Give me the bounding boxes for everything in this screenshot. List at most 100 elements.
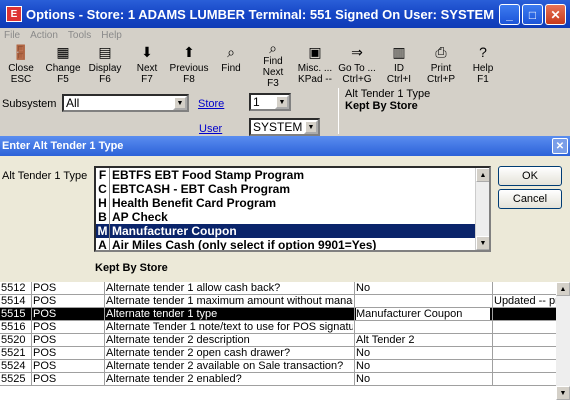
grid-scroll-up-button[interactable]: ▲ (556, 282, 570, 296)
store-value: 1 (253, 95, 260, 109)
ok-button[interactable]: OK (498, 166, 562, 186)
toolbar-shortcut: F5 (57, 74, 69, 85)
store-dropdown-button[interactable]: ▼ (275, 95, 289, 109)
list-scroll-track[interactable] (476, 182, 489, 236)
store-link[interactable]: Store (198, 98, 224, 110)
cancel-button[interactable]: Cancel (498, 189, 562, 209)
toolbar-shortcut: F8 (183, 74, 195, 85)
table-row[interactable]: 5514 POS Alternate tender 1 maximum amount… (0, 295, 556, 308)
table-row[interactable]: 5521 POS Alternate tender 2 open cash draw… (0, 347, 556, 360)
list-scrollbar[interactable]: ▲ ▼ (475, 168, 489, 250)
menu-file[interactable]: File (4, 30, 20, 41)
toolbar-button-arrow-up[interactable]: ⬆ Previous F8 (168, 43, 210, 89)
option-subsystem: POS (33, 373, 57, 385)
table-row[interactable]: 5516 POS Alternate Tender 1 note/text to u… (0, 321, 556, 334)
option-label: EBTCASH - EBT Cash Program (112, 182, 291, 196)
user-combo[interactable]: SYSTEM ▼ (249, 118, 320, 136)
column-divider (31, 360, 32, 373)
maximize-button[interactable]: □ (522, 4, 543, 25)
user-dropdown-button[interactable]: ▼ (304, 120, 318, 134)
toolbar-shortcut: F6 (99, 74, 111, 85)
toolbar-button-help[interactable]: ? Help F1 (462, 43, 504, 89)
column-divider (492, 308, 493, 321)
list-item[interactable]: F EBTFS EBT Food Stamp Program (96, 168, 489, 182)
toolbar-label: Display (88, 63, 122, 74)
table-row[interactable]: 5524 POS Alternate tender 2 available on S… (0, 360, 556, 373)
list-item[interactable]: H Health Benefit Card Program (96, 196, 489, 210)
option-value[interactable]: Alt Tender 2 (356, 334, 490, 346)
toolbar-label: Print (430, 63, 452, 74)
change-icon: ▦ (56, 43, 70, 60)
table-row[interactable]: 5525 POS Alternate tender 2 enabled? No (0, 373, 556, 386)
option-label: EBTFS EBT Food Stamp Program (112, 168, 305, 182)
grid-scroll-track[interactable] (556, 296, 570, 386)
column-divider (31, 334, 32, 347)
list-item[interactable]: B AP Check (96, 210, 489, 224)
list-item[interactable]: M Manufacturer Coupon (96, 224, 489, 238)
column-divider (492, 321, 493, 334)
tender-type-list[interactable]: F EBTFS EBT Food Stamp Program C EBTCASH - … (94, 166, 491, 252)
option-id: 5520 (1, 334, 26, 346)
toolbar-shortcut: ESC (10, 74, 32, 85)
option-value[interactable]: No (356, 360, 490, 372)
user-value: SYSTEM (253, 120, 303, 134)
table-row[interactable]: 5512 POS Alternate tender 1 allow cash bac… (0, 282, 556, 295)
toolbar-button-printer[interactable]: ⎙ Print Ctrl+P (420, 43, 462, 89)
store-combo[interactable]: 1 ▼ (249, 93, 291, 111)
toolbar-shortcut: Ctrl+P (426, 74, 456, 85)
toolbar-label: Close (8, 63, 34, 74)
column-divider (104, 308, 105, 321)
column-divider (492, 295, 493, 308)
column-divider (492, 373, 493, 386)
column-divider (354, 347, 355, 360)
alt-tender-label: Alt Tender 1 Type (2, 170, 88, 182)
toolbar-button-misc[interactable]: ▣ Misc. ... KPad -- (294, 43, 336, 89)
list-scroll-down-button[interactable]: ▼ (476, 236, 489, 250)
option-code: F (96, 168, 110, 182)
subsystem-dropdown-button[interactable]: ▼ (173, 96, 187, 110)
toolbar-button-id[interactable]: ▥ ID Ctrl+I (378, 43, 420, 89)
table-row[interactable]: 5515 POS Alternate tender 1 type Manufactur… (0, 308, 556, 321)
option-value[interactable]: No (356, 373, 490, 385)
subsystem-combo[interactable]: All ▼ (62, 94, 189, 112)
list-item[interactable]: C EBTCASH - EBT Cash Program (96, 182, 489, 196)
option-value[interactable]: No (356, 282, 490, 294)
toolbar-shortcut: F1 (477, 74, 489, 85)
dialog-title: Enter Alt Tender 1 Type (2, 140, 124, 152)
dialog-close-button[interactable]: ✕ (552, 138, 568, 154)
minimize-button[interactable]: _ (499, 4, 520, 25)
toolbar-button-find-next[interactable]: ⌕ Find Next F3 (252, 40, 294, 89)
option-value[interactable]: No (356, 347, 490, 359)
toolbar-button-display[interactable]: ▤ Display F6 (84, 43, 126, 89)
menu-tools[interactable]: Tools (68, 30, 91, 41)
menu-help[interactable]: Help (101, 30, 122, 41)
grid-scrollbar[interactable]: ▲ ▼ (556, 282, 570, 400)
column-divider (354, 334, 355, 347)
column-divider (31, 347, 32, 360)
option-subsystem: POS (33, 308, 57, 320)
find-next-icon: ⌕ (269, 40, 277, 56)
toolbar-button-change[interactable]: ▦ Change F5 (42, 43, 84, 89)
option-label: Air Miles Cash (only select if option 99… (112, 238, 377, 252)
option-value[interactable]: Manufacturer Coupon (356, 308, 490, 320)
option-subsystem: POS (33, 282, 57, 294)
toolbar-shortcut: F7 (141, 74, 153, 85)
id-icon: ▥ (392, 43, 406, 60)
toolbar-button-arrow-down[interactable]: ⬇ Next F7 (126, 43, 168, 89)
column-divider (31, 373, 32, 386)
option-id: 5512 (1, 282, 26, 294)
toolbar-button-binoculars[interactable]: ⌕ Find (210, 43, 252, 89)
toolbar-button-goto[interactable]: ⇒ Go To ... Ctrl+G (336, 43, 378, 89)
table-row[interactable]: 5520 POS Alternate tender 2 description Alt… (0, 334, 556, 347)
grid-scroll-down-button[interactable]: ▼ (556, 386, 570, 400)
close-icon: 🚪 (12, 43, 30, 60)
column-divider (492, 334, 493, 347)
close-window-button[interactable]: ✕ (545, 4, 566, 25)
list-item[interactable]: A Air Miles Cash (only select if option 9… (96, 238, 489, 252)
menu-action[interactable]: Action (30, 30, 58, 41)
option-label: Manufacturer Coupon (112, 224, 237, 238)
user-link[interactable]: User (199, 123, 222, 135)
alt-tender-dialog: Enter Alt Tender 1 Type ✕ Alt Tender 1 T… (0, 136, 570, 282)
list-scroll-up-button[interactable]: ▲ (476, 168, 489, 182)
toolbar-button-close[interactable]: 🚪 Close ESC (0, 43, 42, 89)
